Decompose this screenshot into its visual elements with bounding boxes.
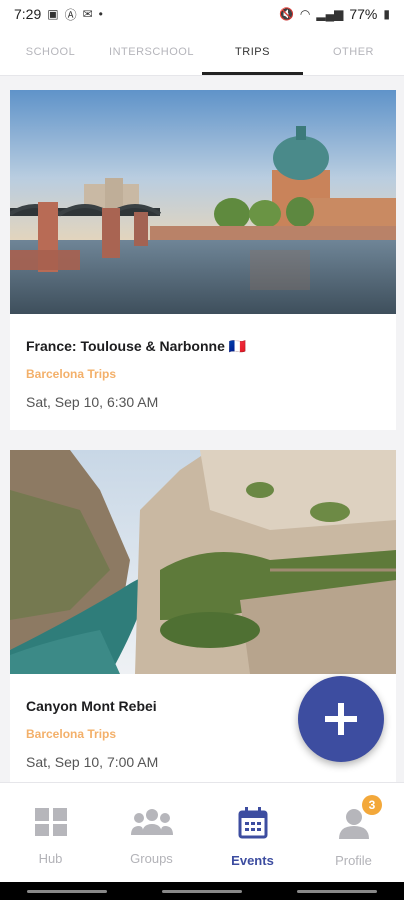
nav-item-profile[interactable]: 3 Profile [303,783,404,882]
event-image [10,450,396,674]
event-date: Sat, Sep 10, 6:30 AM [26,394,159,410]
system-nav-bar [0,882,404,900]
tab-interschool[interactable]: INTERSCHOOL [101,28,202,75]
notification-badge: 3 [362,795,382,815]
event-image [10,90,396,314]
gallery-icon: ▣ [47,7,59,21]
nav-label-events: Events [231,853,274,868]
groups-icon [130,809,173,835]
event-date: Sat, Sep 10, 7:00 AM [26,754,159,770]
nav-label-groups: Groups [130,851,173,866]
tab-other[interactable]: OTHER [303,28,404,75]
recents-handle[interactable] [27,889,108,893]
nav-item-hub[interactable]: Hub [0,783,101,882]
mute-icon: 🔇 [278,7,294,21]
category-tabs: SCHOOL INTERSCHOOL TRIPS OTHER [0,28,404,76]
status-time: 7:29 [14,6,42,22]
add-event-button[interactable] [298,676,384,762]
back-handle[interactable] [296,889,377,893]
event-organizer[interactable]: Barcelona Trips [26,727,116,741]
battery-icon: ▮ [383,7,390,21]
event-title: Canyon Mont Rebei [26,698,157,714]
wifi-icon: ◠ [299,7,311,21]
nav-item-events[interactable]: Events [202,783,303,882]
event-title: France: Toulouse & Narbonne 🇫🇷 [26,338,247,354]
nav-label-hub: Hub [38,851,63,866]
bottom-nav: Hub Groups Events 3 Profile [0,782,404,882]
battery-level: 77% [349,6,378,22]
event-organizer[interactable]: Barcelona Trips [26,367,116,381]
nav-label-profile: Profile [335,853,372,868]
dot-icon: • [98,7,103,21]
home-handle[interactable] [161,889,242,893]
plus-icon [325,703,357,735]
grid-icon [34,808,67,836]
signal-icon: ▂▄▆ [316,7,344,21]
mail-icon: ✉ [82,7,93,21]
app-icon: Ⓐ [64,7,77,22]
tab-trips[interactable]: TRIPS [202,28,303,75]
tab-school[interactable]: SCHOOL [0,28,101,75]
event-card[interactable]: France: Toulouse & Narbonne 🇫🇷 Barcelona… [10,90,396,430]
calendar-icon [238,807,267,839]
nav-item-groups[interactable]: Groups [101,783,202,882]
status-bar: 7:29 ▣ Ⓐ ✉ • 🔇 ◠ ▂▄▆ 77% ▮ [0,0,404,28]
